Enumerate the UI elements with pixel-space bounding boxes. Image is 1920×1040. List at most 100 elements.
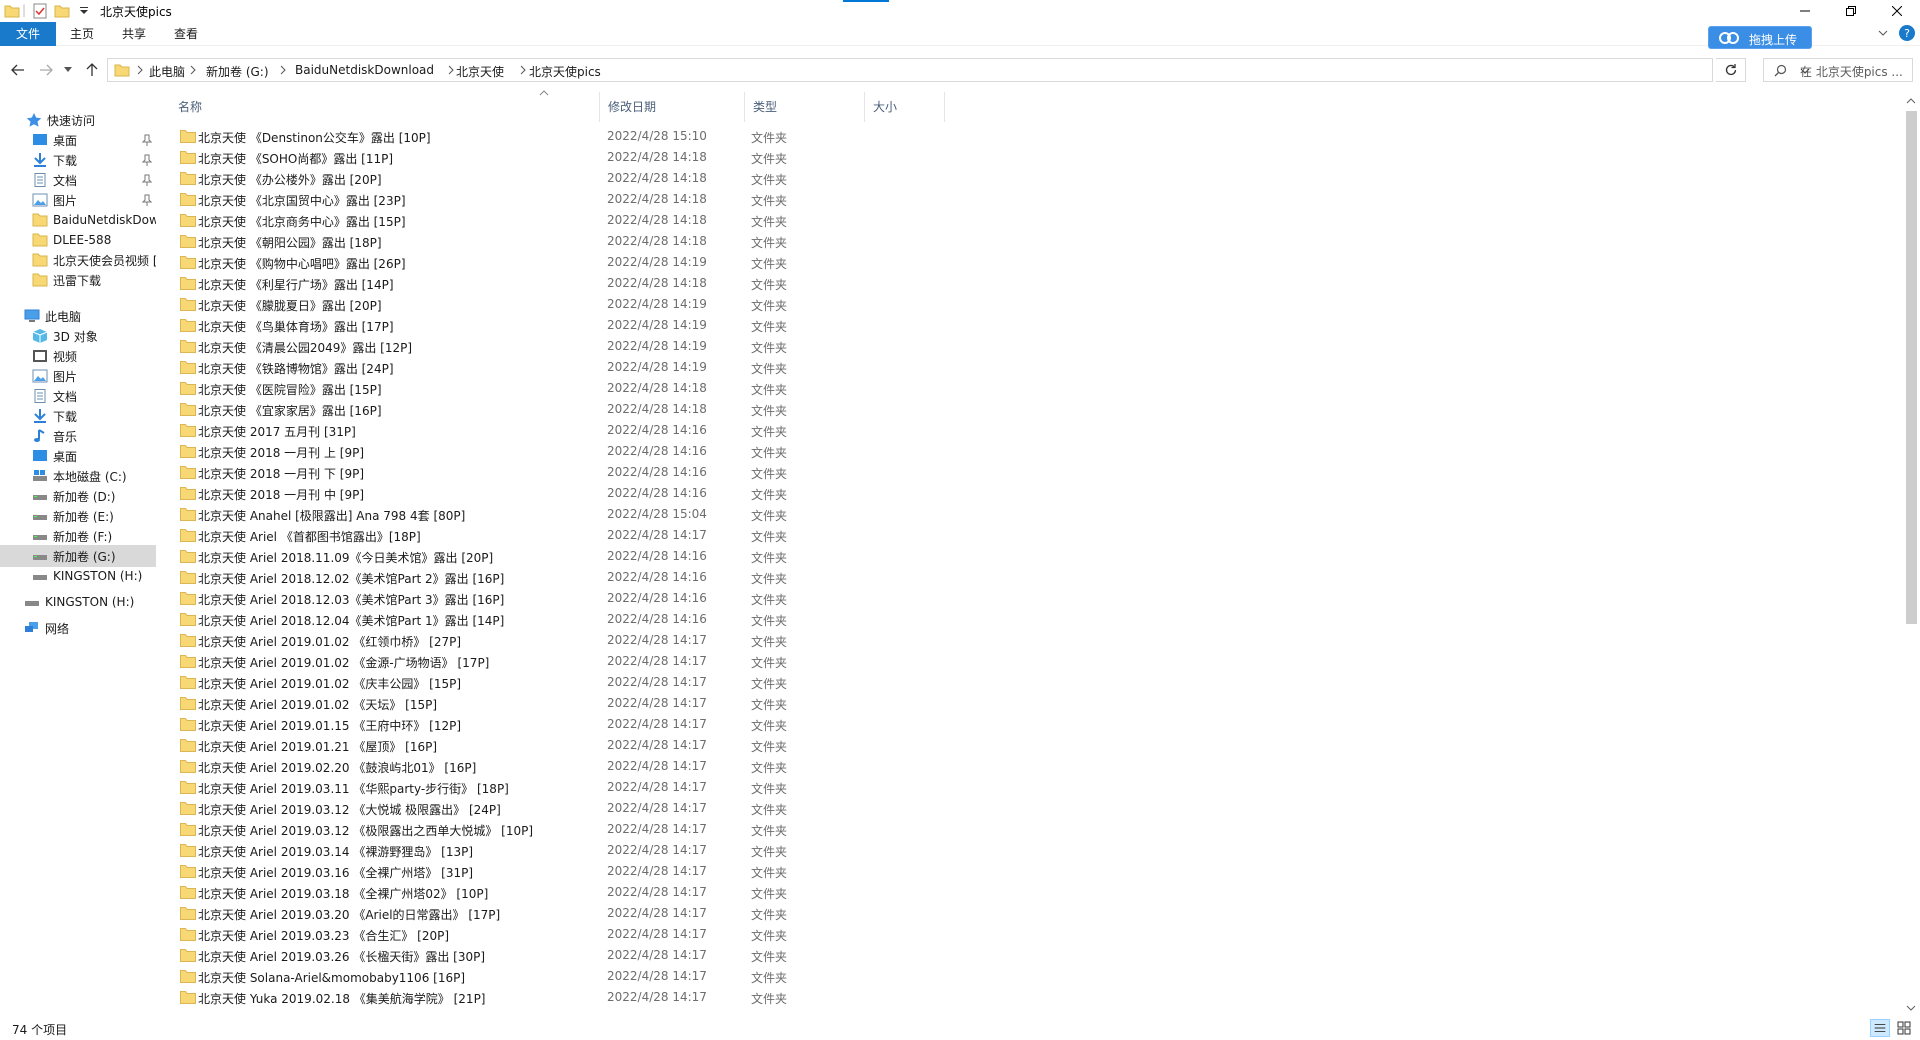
restore-button[interactable] [1828,0,1874,22]
file-row[interactable]: 北京天使 2018 一月刊 下 [9P] 2022/4/28 14:16 文件夹 [160,462,960,483]
file-row[interactable]: 北京天使 Ariel 《首都图书馆露出》[18P] 2022/4/28 14:17… [160,525,960,546]
file-row[interactable]: 北京天使 Anahel [极限露出] Ana 798 4套 [80P] 2022/… [160,504,960,525]
file-row[interactable]: 北京天使 Yuka 2019.02.18 《集美航海学院》 [21P] 2022/… [160,987,960,1008]
nav-quick-access[interactable]: 快速访问 [0,109,156,131]
file-row[interactable]: 北京天使 《清晨公园2049》露出 [12P] 2022/4/28 14:19 文件… [160,336,960,357]
file-row[interactable]: 北京天使 Ariel 2019.03.20 《Ariel的日常露出》 [17P]… [160,903,960,924]
pin-icon[interactable] [142,154,152,166]
breadcrumb-angel[interactable]: 北京天使 [456,63,504,80]
file-row[interactable]: 北京天使 《购物中心唱吧》露出 [26P] 2022/4/28 14:19 文件夹 [160,252,960,273]
nav-item-baidu[interactable]: BaiduNetdiskDow [0,209,156,231]
file-row[interactable]: 北京天使 《北京商务中心》露出 [15P] 2022/4/28 14:18 文件夹 [160,210,960,231]
nav-item-downloads[interactable]: 下载 [0,149,156,171]
pin-icon[interactable] [142,174,152,186]
nav-item-drive-d[interactable]: 新加卷 (D:) [0,485,156,507]
scroll-up-icon[interactable] [1906,96,1916,106]
file-row[interactable]: 北京天使 2017 五月刊 [31P] 2022/4/28 14:16 文件夹 [160,420,960,441]
file-row[interactable]: 北京天使 《医院冒险》露出 [15P] 2022/4/28 14:18 文件夹 [160,378,960,399]
file-row[interactable]: 北京天使 Ariel 2019.03.12 《大悦城 极限露出》 [24P] 20… [160,798,960,819]
file-row[interactable]: 北京天使 Ariel 2018.11.09《今日美术馆》露出 [20P] 2022… [160,546,960,567]
nav-this-pc[interactable]: 此电脑 [0,305,156,327]
tab-view[interactable]: 查看 [164,22,208,46]
file-row[interactable]: 北京天使 Ariel 2018.12.04《美术馆Part 1》露出 [14P]… [160,609,960,630]
nav-item-drive-f[interactable]: 新加卷 (F:) [0,525,156,547]
breadcrumb-baidu[interactable]: BaiduNetdiskDownload [295,63,434,77]
file-row[interactable]: 北京天使 Ariel 2019.03.18 《全裸广州塔02》 [10P] 202… [160,882,960,903]
file-row[interactable]: 北京天使 Ariel 2019.01.02 《红领巾桥》 [27P] 2022/4… [160,630,960,651]
close-button[interactable] [1874,0,1920,22]
nav-item-documents-pc[interactable]: 文档 [0,385,156,407]
nav-item-3d-objects[interactable]: 3D 对象 [0,325,156,347]
nav-item-drive-c[interactable]: 本地磁盘 (C:) [0,465,156,487]
pin-icon[interactable] [142,194,152,206]
file-row[interactable]: 北京天使 Ariel 2019.03.16 《全裸广州塔》 [31P] 2022/… [160,861,960,882]
column-size[interactable]: 大小 [865,92,945,122]
nav-item-xunlei[interactable]: 迅雷下载 [0,269,156,291]
new-folder-icon[interactable] [54,3,70,19]
file-row[interactable]: 北京天使 《宜家家居》露出 [16P] 2022/4/28 14:18 文件夹 [160,399,960,420]
upload-button[interactable]: 拖拽上传 [1708,26,1812,49]
address-bar[interactable]: 此电脑 新加卷 (G:) BaiduNetdiskDownload 北京天使 北… [107,58,1810,82]
file-row[interactable]: 北京天使 Ariel 2019.03.14 《裸游野狸岛》 [13P] 2022/… [160,840,960,861]
file-row[interactable]: 北京天使 Ariel 2019.02.20 《鼓浪屿北01》 [16P] 2022… [160,756,960,777]
breadcrumb-drive-g[interactable]: 新加卷 (G:) [206,63,269,80]
breadcrumb-this-pc[interactable]: 此电脑 [149,63,185,80]
customize-toolbar-icon[interactable] [76,3,92,19]
details-view-icon[interactable] [1870,1019,1890,1037]
file-row[interactable]: 北京天使 Ariel 2019.03.11 《华熙party-步行街》 [18P… [160,777,960,798]
column-name[interactable]: 名称 [160,92,600,122]
help-icon[interactable]: ? [1898,24,1916,42]
file-row[interactable]: 北京天使 《北京国贸中心》露出 [23P] 2022/4/28 14:18 文件夹 [160,189,960,210]
nav-item-pictures-pc[interactable]: 图片 [0,365,156,387]
chevron-down-icon[interactable] [1875,25,1891,41]
file-row[interactable]: 北京天使 《Denstinon公交车》露出 [10P] 2022/4/28 15:… [160,126,960,147]
nav-item-drive-h[interactable]: KINGSTON (H:) [0,565,156,587]
scroll-thumb[interactable] [1906,111,1917,624]
chevron-right-icon[interactable] [279,64,287,76]
chevron-right-icon[interactable] [447,64,455,76]
file-row[interactable]: 北京天使 Ariel 2019.01.02 《金源-广场物语》 [17P] 202… [160,651,960,672]
file-row[interactable]: 北京天使 Ariel 2018.12.03《美术馆Part 3》露出 [16P]… [160,588,960,609]
column-type[interactable]: 类型 [745,92,865,122]
nav-kingston[interactable]: KINGSTON (H:) [0,591,156,613]
file-row[interactable]: 北京天使 Ariel 2019.03.26 《长楹天街》露出 [30P] 2022… [160,945,960,966]
nav-item-music[interactable]: 音乐 [0,425,156,447]
nav-network[interactable]: 网络 [0,617,156,639]
nav-item-documents[interactable]: 文档 [0,169,156,191]
scroll-down-icon[interactable] [1906,1003,1916,1013]
file-row[interactable]: 北京天使 Ariel 2018.12.02《美术馆Part 2》露出 [16P]… [160,567,960,588]
up-button[interactable] [82,60,102,80]
file-row[interactable]: 北京天使 Ariel 2019.03.23 《合生汇》 [20P] 2022/4/… [160,924,960,945]
nav-item-pictures[interactable]: 图片 [0,189,156,211]
file-row[interactable]: 北京天使 2018 一月刊 上 [9P] 2022/4/28 14:16 文件夹 [160,441,960,462]
file-row[interactable]: 北京天使 2018 一月刊 中 [9P] 2022/4/28 14:16 文件夹 [160,483,960,504]
file-row[interactable]: 北京天使 Ariel 2019.01.21 《屋顶》 [16P] 2022/4/2… [160,735,960,756]
nav-item-downloads-pc[interactable]: 下载 [0,405,156,427]
nav-item-videos[interactable]: 视频 [0,345,156,367]
file-row[interactable]: 北京天使 Ariel 2019.01.02 《天坛》 [15P] 2022/4/2… [160,693,960,714]
file-row[interactable]: 北京天使 《铁路博物馆》露出 [24P] 2022/4/28 14:19 文件夹 [160,357,960,378]
tab-share[interactable]: 共享 [112,22,156,46]
chevron-right-icon[interactable] [519,64,527,76]
nav-item-angel-videos[interactable]: 北京天使会员视频 [ [0,249,156,271]
chevron-right-icon[interactable] [189,64,197,76]
properties-icon[interactable] [32,3,48,19]
file-row[interactable]: 北京天使 Ariel 2019.01.15 《王府中环》 [12P] 2022/4… [160,714,960,735]
back-button[interactable] [8,60,28,80]
refresh-button[interactable] [1716,58,1746,82]
file-row[interactable]: 北京天使 Ariel 2019.01.02 《庆丰公园》 [15P] 2022/4… [160,672,960,693]
breadcrumb-current[interactable]: 北京天使pics [529,63,601,80]
file-row[interactable]: 北京天使 《SOHO尚都》露出 [11P] 2022/4/28 14:18 文件夹 [160,147,960,168]
minimize-button[interactable] [1782,0,1828,22]
file-row[interactable]: 北京天使 《鸟巢体育场》露出 [17P] 2022/4/28 14:19 文件夹 [160,315,960,336]
file-row[interactable]: 北京天使 Ariel 2019.03.12 《极限露出之西单大悦城》 [10P]… [160,819,960,840]
file-row[interactable]: 北京天使 《办公楼外》露出 [20P] 2022/4/28 14:18 文件夹 [160,168,960,189]
nav-item-dlee[interactable]: DLEE-588 [0,229,156,251]
file-row[interactable]: 北京天使 《利星行广场》露出 [14P] 2022/4/28 14:18 文件夹 [160,273,960,294]
tab-file[interactable]: 文件 [0,22,56,46]
nav-item-desktop[interactable]: 桌面 [0,129,156,151]
column-date[interactable]: 修改日期 [600,92,745,122]
nav-item-desktop-pc[interactable]: 桌面 [0,445,156,467]
nav-item-drive-e[interactable]: 新加卷 (E:) [0,505,156,527]
forward-button[interactable] [36,60,56,80]
